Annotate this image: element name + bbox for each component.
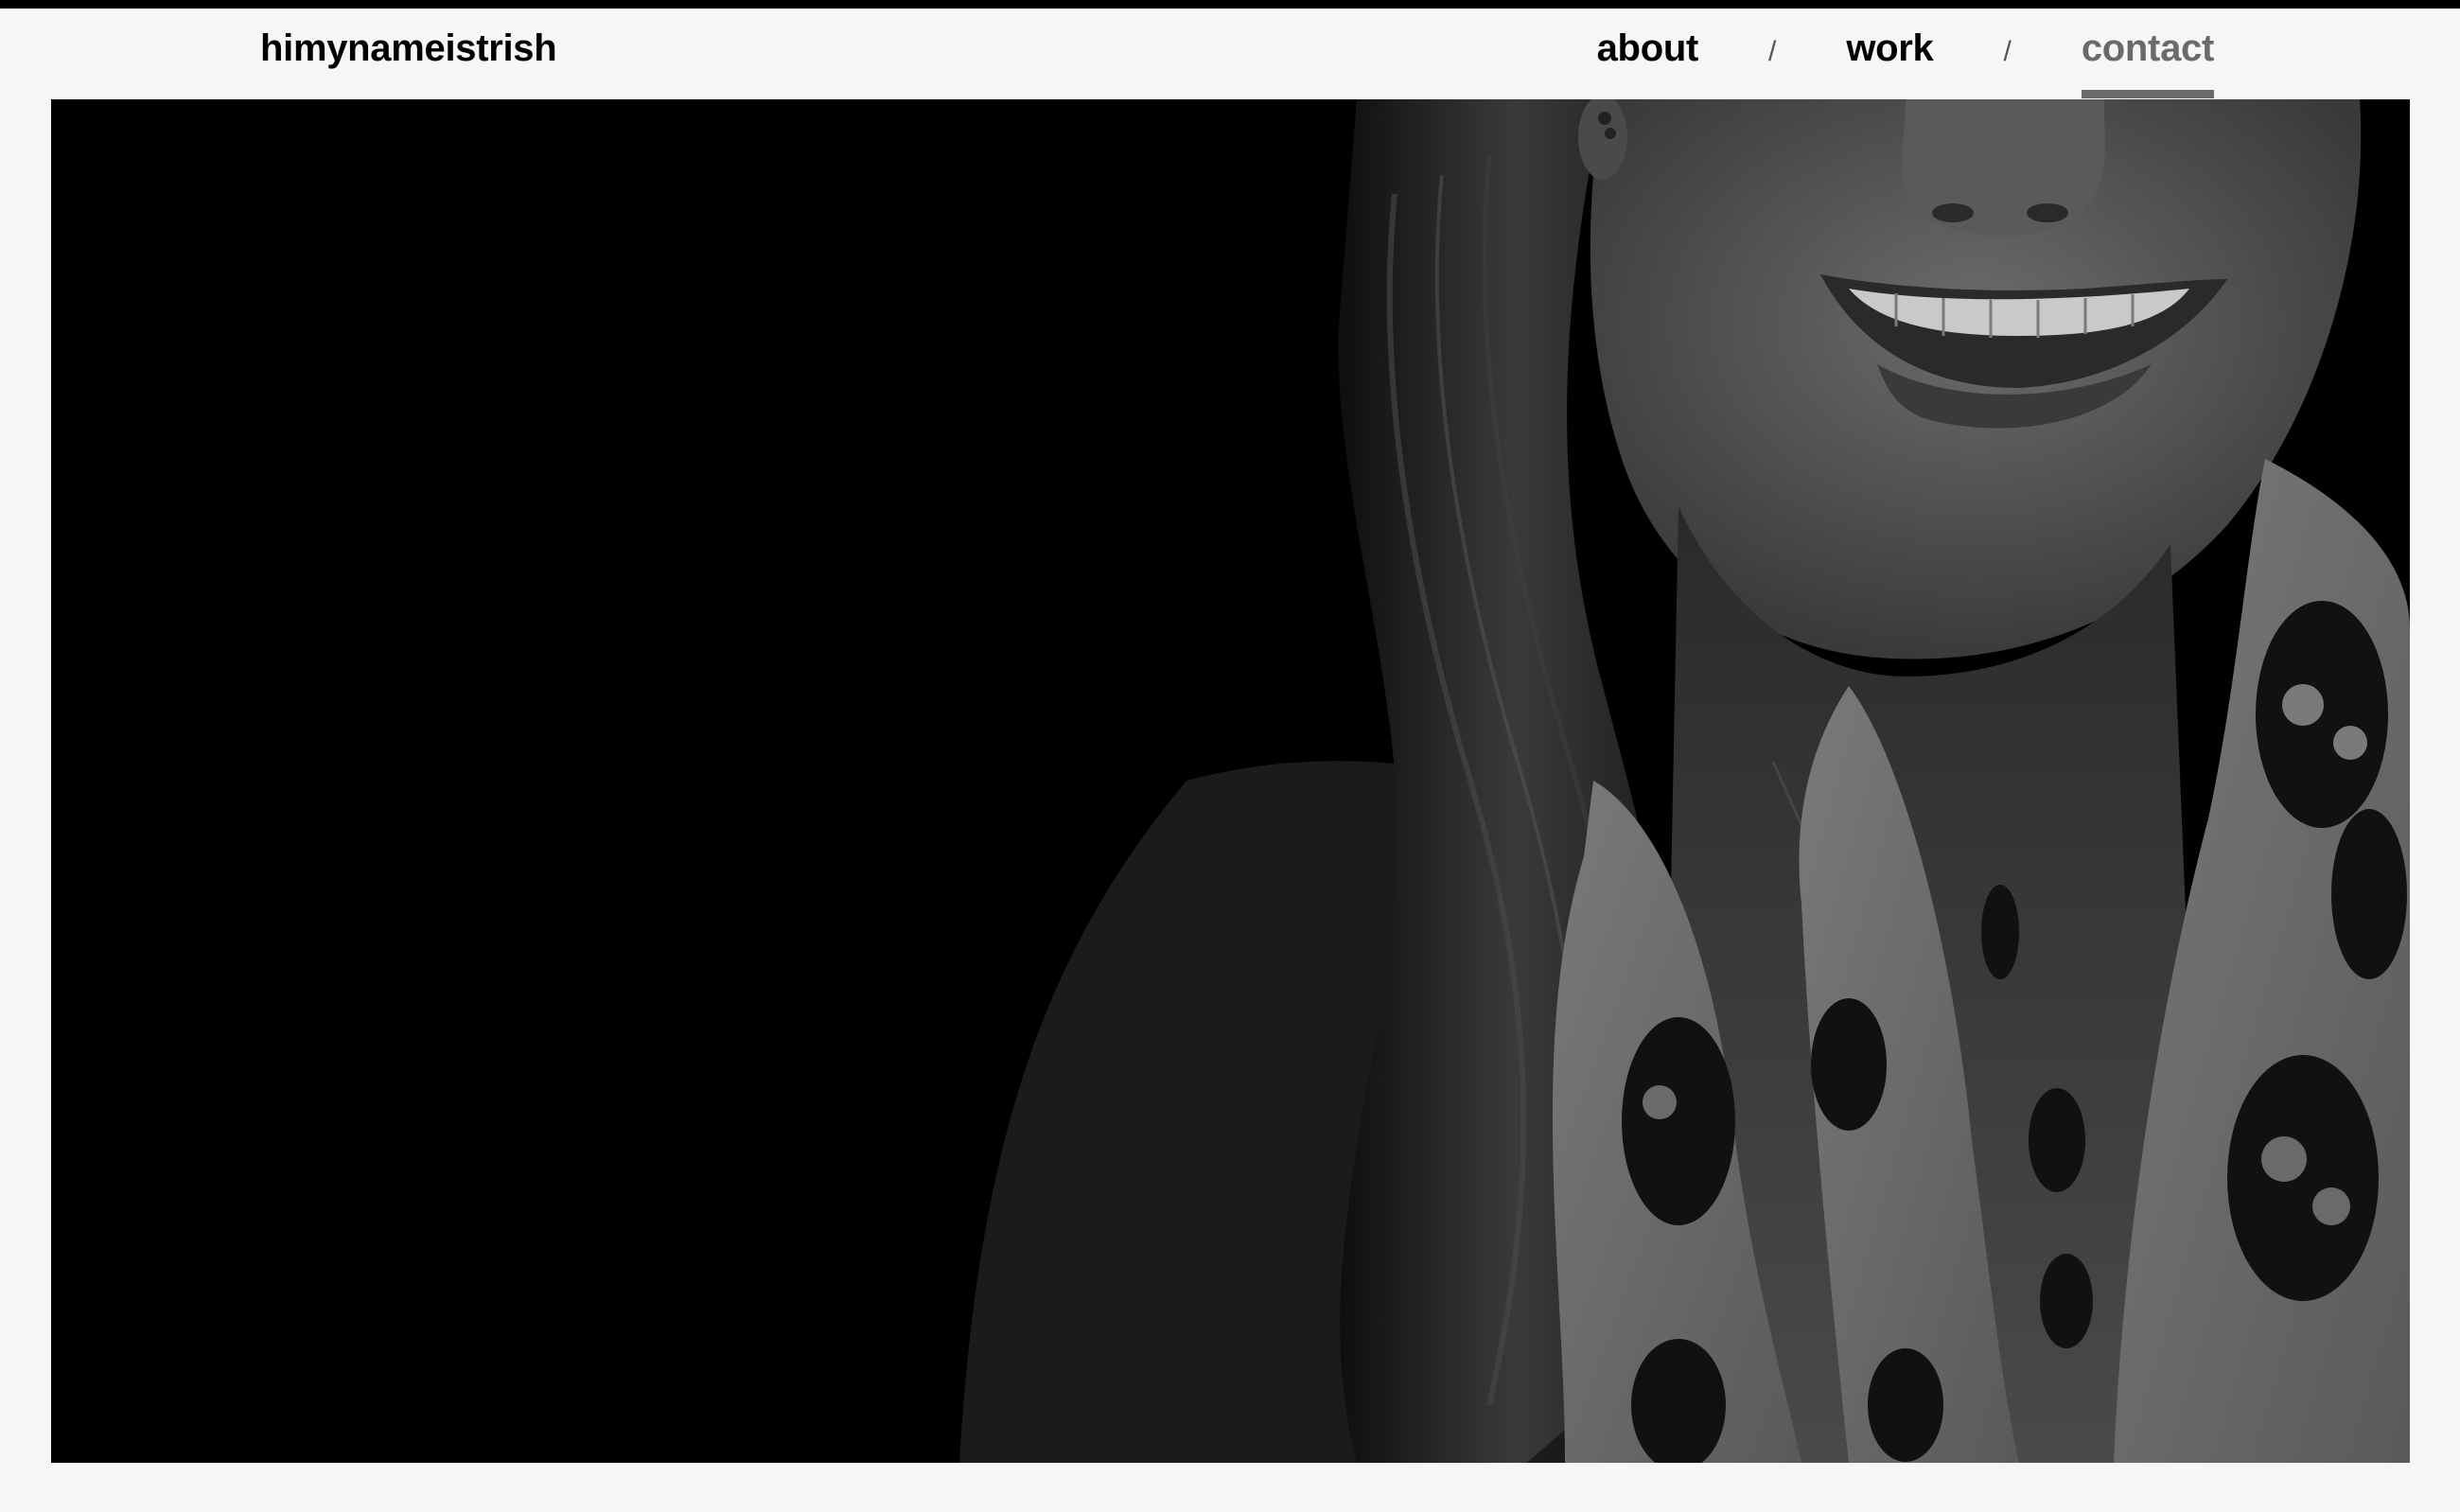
hero-portrait-image bbox=[51, 99, 2410, 1463]
nav-separator: / bbox=[2003, 36, 2012, 67]
site-logo[interactable]: himynameistrish bbox=[260, 29, 557, 67]
skull-pattern bbox=[2256, 601, 2388, 828]
nav-separator: / bbox=[1767, 36, 1777, 67]
site-header: himynameistrish about / work / contact bbox=[0, 9, 2460, 99]
nav-work-link[interactable]: work bbox=[1846, 29, 1933, 67]
top-border bbox=[0, 0, 2460, 9]
nav-contact-link[interactable]: contact bbox=[2081, 29, 2214, 98]
portrait-photo-illustration bbox=[51, 99, 2410, 1463]
nav-about-link[interactable]: about bbox=[1597, 29, 1699, 67]
main-nav: about / work / contact bbox=[1597, 29, 2214, 98]
